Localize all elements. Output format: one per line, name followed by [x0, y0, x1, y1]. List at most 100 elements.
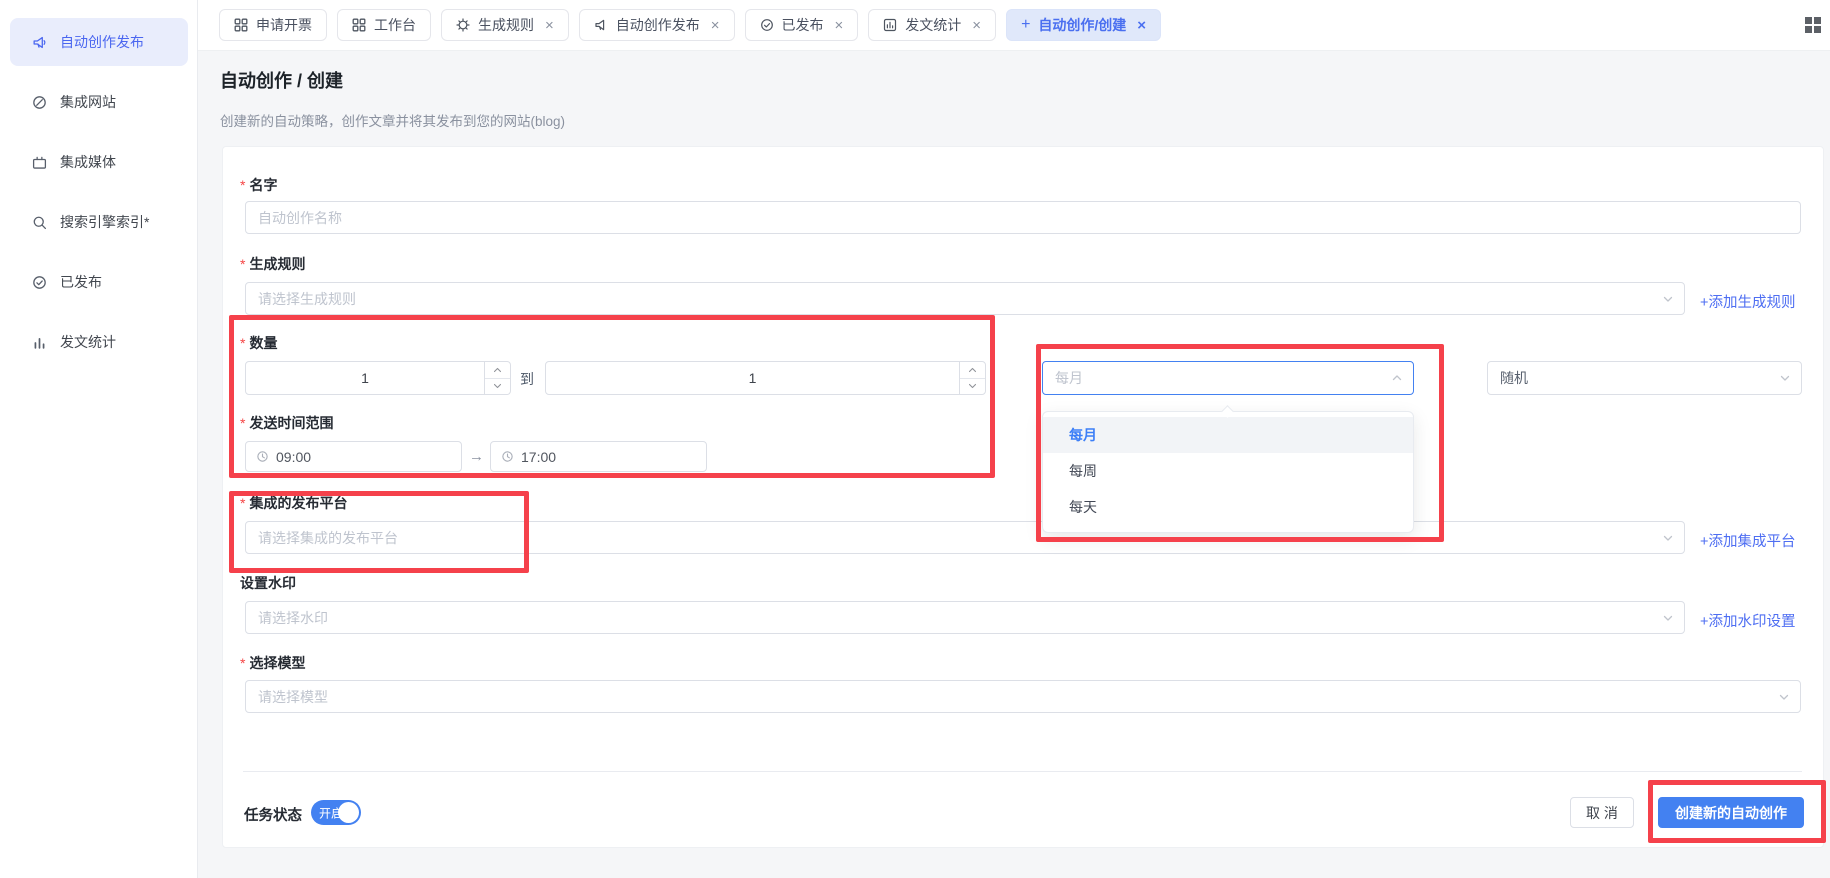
clock-icon: [501, 450, 514, 463]
tab-label: 申请开票: [256, 15, 312, 35]
close-icon[interactable]: ×: [835, 18, 844, 33]
tab-label: 工作台: [374, 15, 416, 35]
increment-icon[interactable]: [960, 362, 985, 378]
sidebar-item-published[interactable]: 已发布: [10, 258, 188, 306]
quantity-from-input[interactable]: [245, 361, 511, 395]
chevron-down-icon: [1779, 372, 1791, 384]
tab-auto-create-publish[interactable]: 自动创作发布 ×: [579, 9, 735, 41]
name-input[interactable]: [245, 201, 1801, 234]
add-platform-link[interactable]: +添加集成平台: [1700, 530, 1795, 551]
watermark-label: 设置水印: [240, 574, 296, 591]
sidebar-item-label: 已发布: [60, 272, 102, 292]
tab-workbench[interactable]: 工作台: [337, 9, 431, 41]
submit-button[interactable]: 创建新的自动创作: [1658, 797, 1804, 828]
required-asterisk: *: [240, 177, 245, 193]
toggle-knob: [338, 802, 359, 823]
required-asterisk: *: [240, 335, 245, 351]
rule-select[interactable]: 请选择生成规则: [245, 282, 1685, 315]
sidebar: 自动创作发布 集成网站 集成媒体 搜索引擎索引* 已发布 发文统计: [0, 0, 198, 878]
chevron-down-icon: [1662, 612, 1674, 624]
sidebar-item-label: 集成网站: [60, 92, 116, 112]
tabs: 申请开票 工作台 生成规则 × 自动创作发布 × 已发布 × 发文统计 × +: [219, 9, 1161, 41]
task-status-toggle[interactable]: 开启: [311, 800, 361, 825]
close-icon[interactable]: ×: [972, 18, 981, 33]
tab-label: 生成规则: [478, 15, 534, 35]
increment-icon[interactable]: [485, 362, 510, 378]
plus-icon: +: [1021, 16, 1030, 34]
link-icon: [32, 95, 47, 110]
page-subtitle: 创建新的自动策略，创作文章并将其发布到您的网站(blog): [220, 110, 565, 130]
tab-label: 发文统计: [905, 15, 961, 35]
bar-chart-icon: [883, 18, 897, 32]
grid-icon: [234, 18, 248, 32]
form-card: [222, 146, 1824, 848]
close-icon[interactable]: ×: [711, 18, 720, 33]
task-status-label: 任务状态: [244, 804, 302, 825]
gear-icon: [456, 18, 470, 32]
megaphone-icon: [594, 18, 608, 32]
megaphone-icon: [32, 35, 47, 50]
quantity-from-spinner: [484, 362, 510, 394]
required-asterisk: *: [240, 495, 245, 511]
option-weekly[interactable]: 每周: [1043, 453, 1413, 489]
quantity-from-value[interactable]: [246, 362, 484, 394]
tab-label: 自动创作发布: [616, 15, 700, 35]
tab-generation-rules[interactable]: 生成规则 ×: [441, 9, 569, 41]
close-icon[interactable]: ×: [1137, 18, 1146, 33]
rule-label: * 生成规则: [240, 255, 305, 272]
add-rule-link[interactable]: +添加生成规则: [1700, 291, 1795, 312]
platform-label: * 集成的发布平台: [240, 494, 347, 511]
end-time-input[interactable]: 17:00: [490, 441, 707, 472]
quantity-to-input[interactable]: [545, 361, 986, 395]
model-select[interactable]: 请选择模型: [245, 680, 1801, 713]
start-time-input[interactable]: 09:00: [245, 441, 462, 472]
tab-label: 已发布: [782, 15, 824, 35]
option-daily[interactable]: 每天: [1043, 489, 1413, 525]
grid-icon: [352, 18, 366, 32]
decrement-icon[interactable]: [960, 378, 985, 395]
apps-grid-icon[interactable]: [1805, 17, 1821, 33]
cancel-button[interactable]: 取 消: [1570, 797, 1634, 828]
order-select[interactable]: 随机: [1487, 361, 1802, 395]
tab-post-statistics[interactable]: 发文统计 ×: [868, 9, 996, 41]
add-watermark-link[interactable]: +添加水印设置: [1700, 610, 1795, 631]
frequency-dropdown: 每月 每周 每天: [1042, 411, 1414, 533]
chevron-up-icon: [1391, 372, 1403, 384]
check-circle-icon: [32, 275, 47, 290]
frequency-select[interactable]: 每月: [1042, 361, 1414, 395]
platform-select[interactable]: 请选择集成的发布平台: [245, 521, 1685, 554]
chevron-down-icon: [1778, 691, 1790, 703]
chevron-down-icon: [1662, 532, 1674, 544]
watermark-select[interactable]: 请选择水印: [245, 601, 1685, 634]
sidebar-item-search-engine-index[interactable]: 搜索引擎索引*: [10, 198, 188, 246]
tab-apply-invoice[interactable]: 申请开票: [219, 9, 327, 41]
to-word: 到: [520, 369, 534, 389]
quantity-to-value[interactable]: [546, 362, 959, 394]
tab-label: 自动创作/创建: [1038, 15, 1126, 35]
sidebar-item-label: 自动创作发布: [60, 32, 144, 52]
footer-divider: [243, 771, 1802, 772]
page-title: 自动创作 / 创建: [220, 67, 343, 93]
sidebar-item-integrated-websites[interactable]: 集成网站: [10, 78, 188, 126]
bar-chart-icon: [32, 335, 47, 350]
sidebar-item-label: 发文统计: [60, 332, 116, 352]
option-monthly[interactable]: 每月: [1043, 417, 1413, 453]
decrement-icon[interactable]: [485, 378, 510, 395]
required-asterisk: *: [240, 655, 245, 671]
required-asterisk: *: [240, 256, 245, 272]
close-icon[interactable]: ×: [545, 18, 554, 33]
sidebar-item-auto-create-publish[interactable]: 自动创作发布: [10, 18, 188, 66]
tv-icon: [32, 155, 47, 170]
time-range-label: * 发送时间范围: [240, 414, 333, 431]
arrow-right-icon: →: [469, 448, 484, 465]
quantity-label: * 数量: [240, 334, 277, 351]
sidebar-item-post-statistics[interactable]: 发文统计: [10, 318, 188, 366]
sidebar-item-label: 搜索引擎索引*: [60, 212, 149, 232]
quantity-to-spinner: [959, 362, 985, 394]
sidebar-item-integrated-media[interactable]: 集成媒体: [10, 138, 188, 186]
clock-icon: [256, 450, 269, 463]
check-circle-icon: [760, 18, 774, 32]
tab-published[interactable]: 已发布 ×: [745, 9, 859, 41]
sidebar-item-label: 集成媒体: [60, 152, 116, 172]
tab-auto-create-new[interactable]: + 自动创作/创建 ×: [1006, 9, 1161, 41]
